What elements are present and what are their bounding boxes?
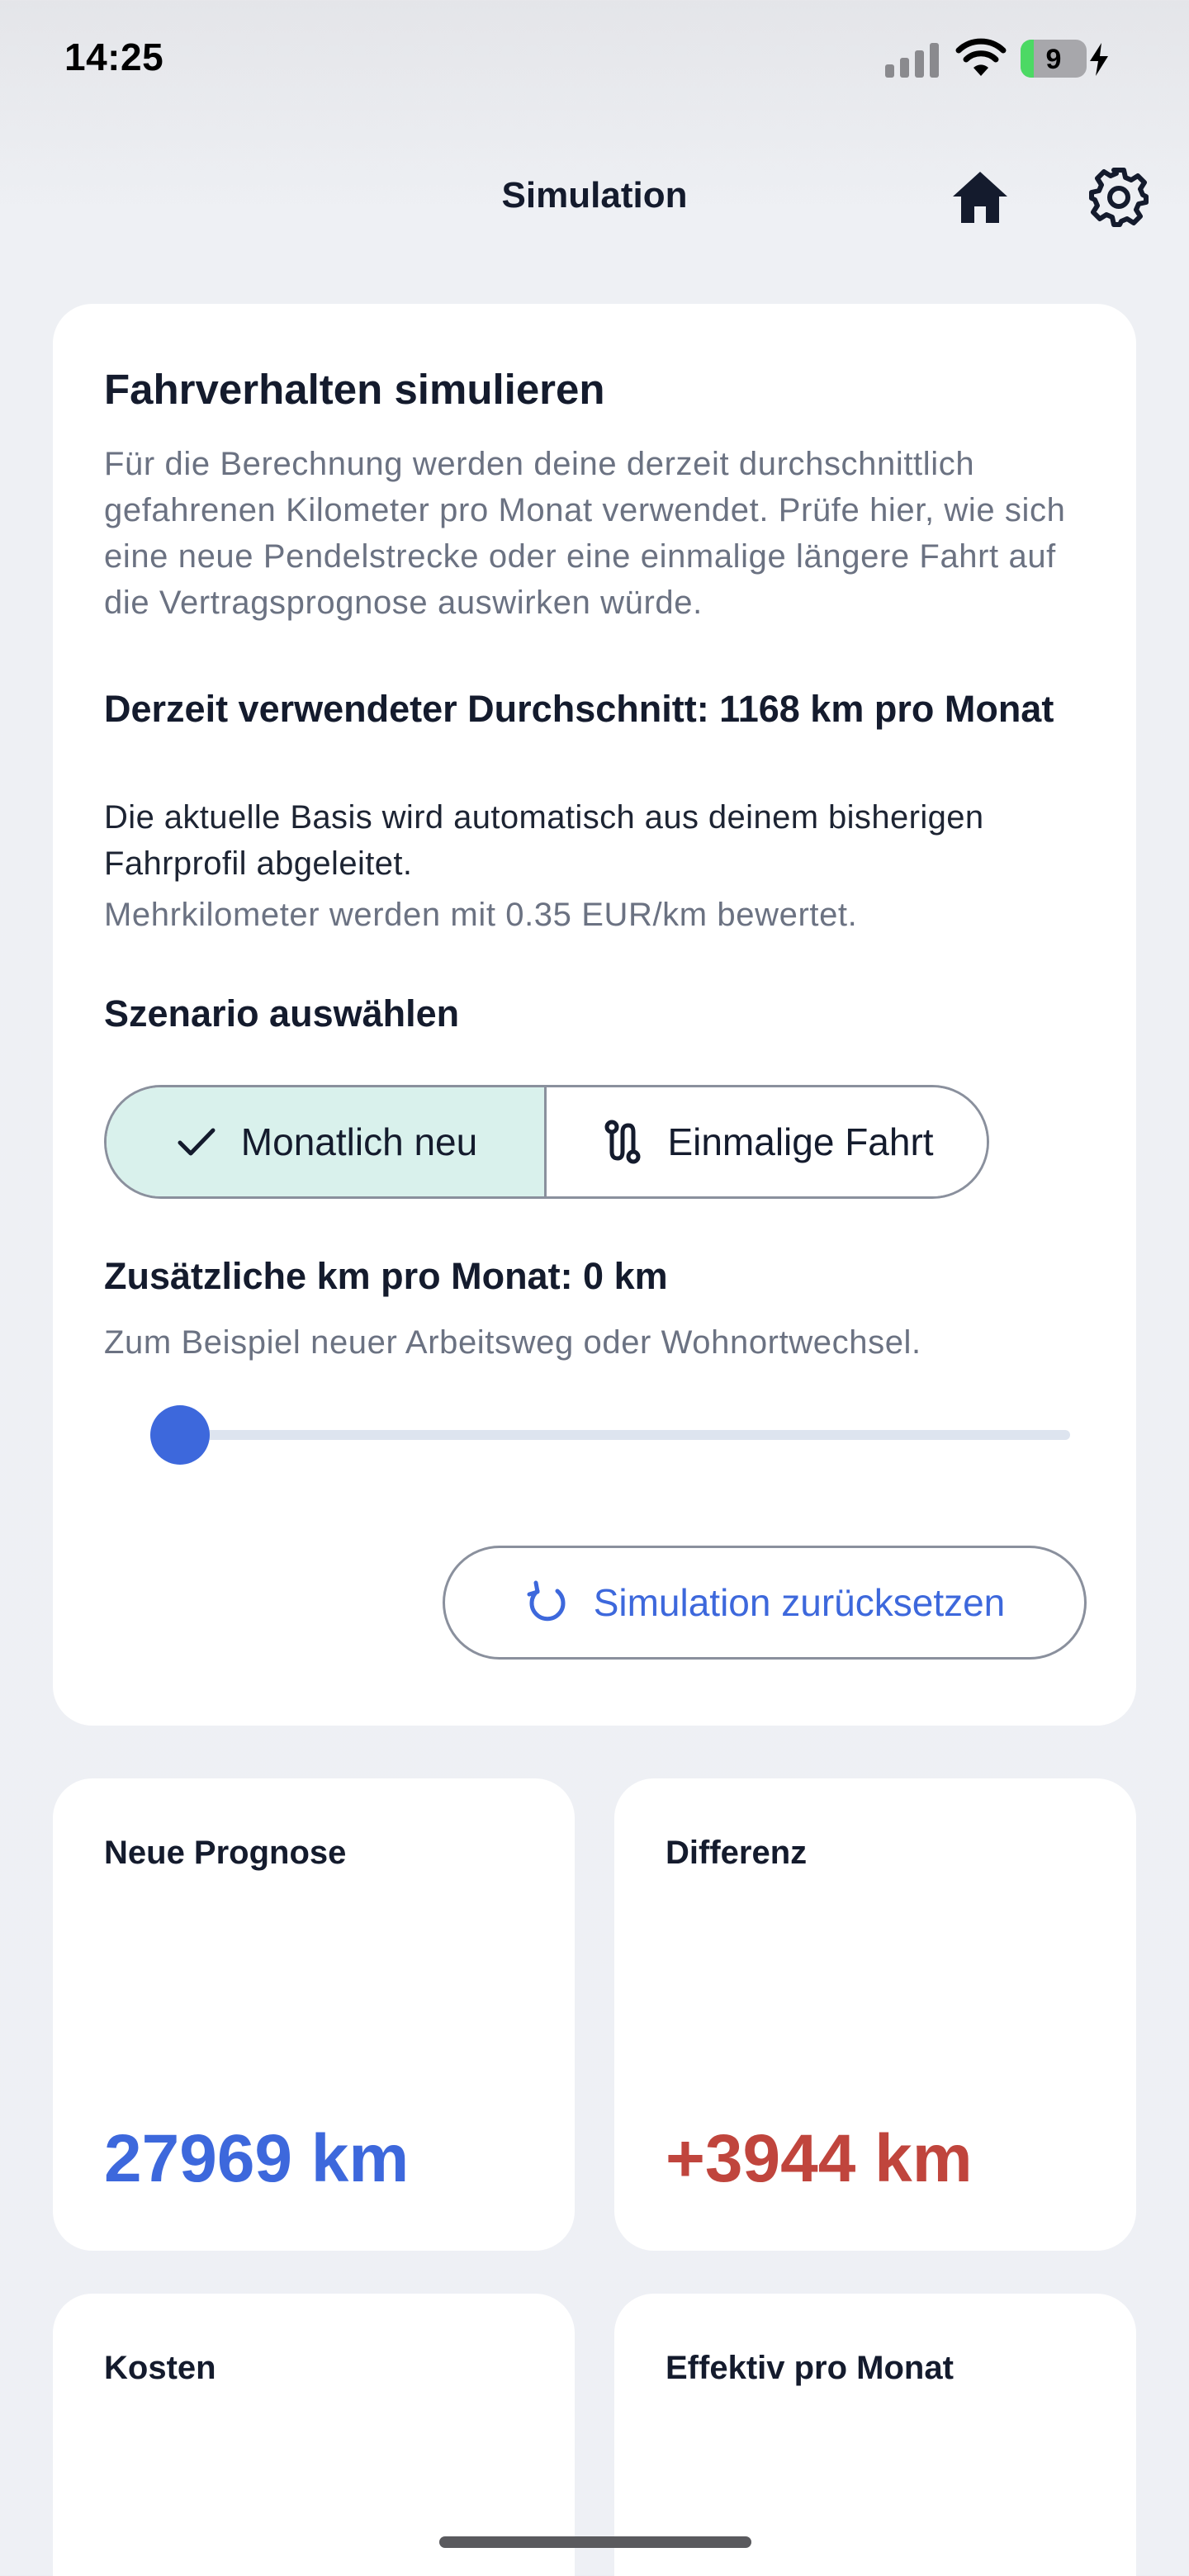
stat-card-forecast: Neue Prognose 27969 km bbox=[53, 1778, 575, 2251]
rate-note: Mehrkilometer werden mit 0.35 EUR/km bew… bbox=[104, 897, 858, 933]
stat-card-costs: Kosten bbox=[53, 2294, 575, 2576]
scenario-title: Szenario auswählen bbox=[104, 992, 460, 1035]
scenario-monthly-label: Monatlich neu bbox=[240, 1120, 478, 1163]
scenario-single-trip-button[interactable]: Einmalige Fahrt bbox=[547, 1087, 987, 1196]
reset-icon bbox=[527, 1580, 566, 1622]
scenario-toggle: Monatlich neu Einmalige Fahrt bbox=[104, 1085, 989, 1199]
stat-label: Differenz bbox=[666, 1835, 808, 1871]
stat-card-effective-monthly: Effektiv pro Monat bbox=[614, 2294, 1136, 2576]
battery-level: 9 bbox=[1045, 44, 1062, 75]
battery-icon: 9 bbox=[1021, 40, 1087, 78]
stat-card-difference: Differenz +3944 km bbox=[614, 1778, 1136, 2251]
stat-label: Neue Prognose bbox=[104, 1835, 347, 1871]
gear-icon[interactable] bbox=[1088, 167, 1149, 228]
charging-bolt-icon bbox=[1090, 43, 1108, 76]
home-indicator bbox=[439, 2536, 751, 2548]
km-slider-thumb[interactable] bbox=[150, 1405, 210, 1465]
card-title: Fahrverhalten simulieren bbox=[104, 366, 605, 413]
stat-label: Kosten bbox=[104, 2350, 216, 2386]
status-bar: 14:25 9 bbox=[0, 0, 1189, 116]
check-icon bbox=[178, 1128, 216, 1156]
additional-km-hint: Zum Beispiel neuer Arbeitsweg oder Wohno… bbox=[104, 1324, 921, 1361]
reset-simulation-button[interactable]: Simulation zurücksetzen bbox=[443, 1546, 1087, 1660]
stat-value: 27969 km bbox=[104, 2121, 410, 2196]
reset-simulation-label: Simulation zurücksetzen bbox=[593, 1581, 1006, 1624]
page-title: Simulation bbox=[501, 175, 688, 215]
average-label: Derzeit verwendeter Durchschnitt: 1168 k… bbox=[104, 688, 1054, 730]
stat-value: +3944 km bbox=[666, 2121, 973, 2196]
home-icon[interactable] bbox=[950, 167, 1011, 228]
wifi-icon bbox=[955, 38, 1007, 76]
scenario-monthly-button[interactable]: Monatlich neu bbox=[107, 1087, 547, 1196]
signal-icon bbox=[885, 41, 940, 78]
status-time: 14:25 bbox=[64, 36, 164, 78]
scenario-single-trip-label: Einmalige Fahrt bbox=[667, 1120, 934, 1163]
simulation-card: Fahrverhalten simulieren Für die Berechn… bbox=[53, 304, 1136, 1726]
stat-label: Effektiv pro Monat bbox=[666, 2350, 954, 2386]
card-description: Für die Berechnung werden deine derzeit … bbox=[104, 446, 1066, 621]
route-icon bbox=[604, 1120, 641, 1164]
km-slider-track[interactable] bbox=[178, 1430, 1070, 1440]
additional-km-title: Zusätzliche km pro Monat: 0 km bbox=[104, 1255, 668, 1297]
average-subtext: Die aktuelle Basis wird automatisch aus … bbox=[104, 799, 984, 882]
